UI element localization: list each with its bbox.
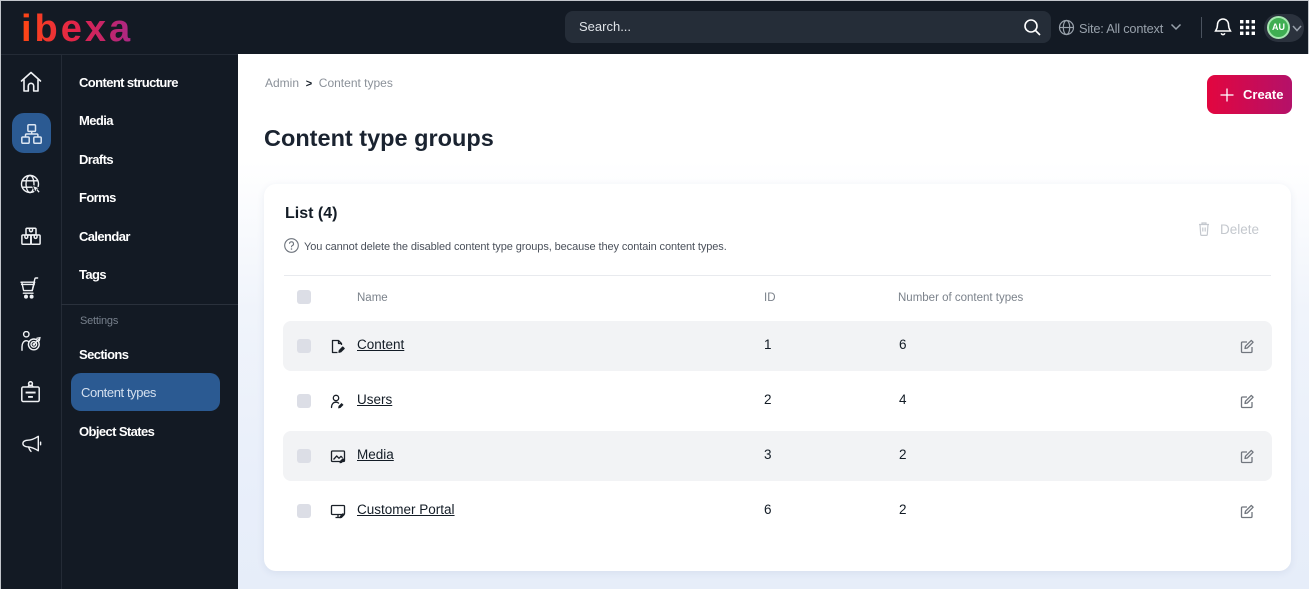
svg-text:ibexa: ibexa xyxy=(21,8,133,47)
